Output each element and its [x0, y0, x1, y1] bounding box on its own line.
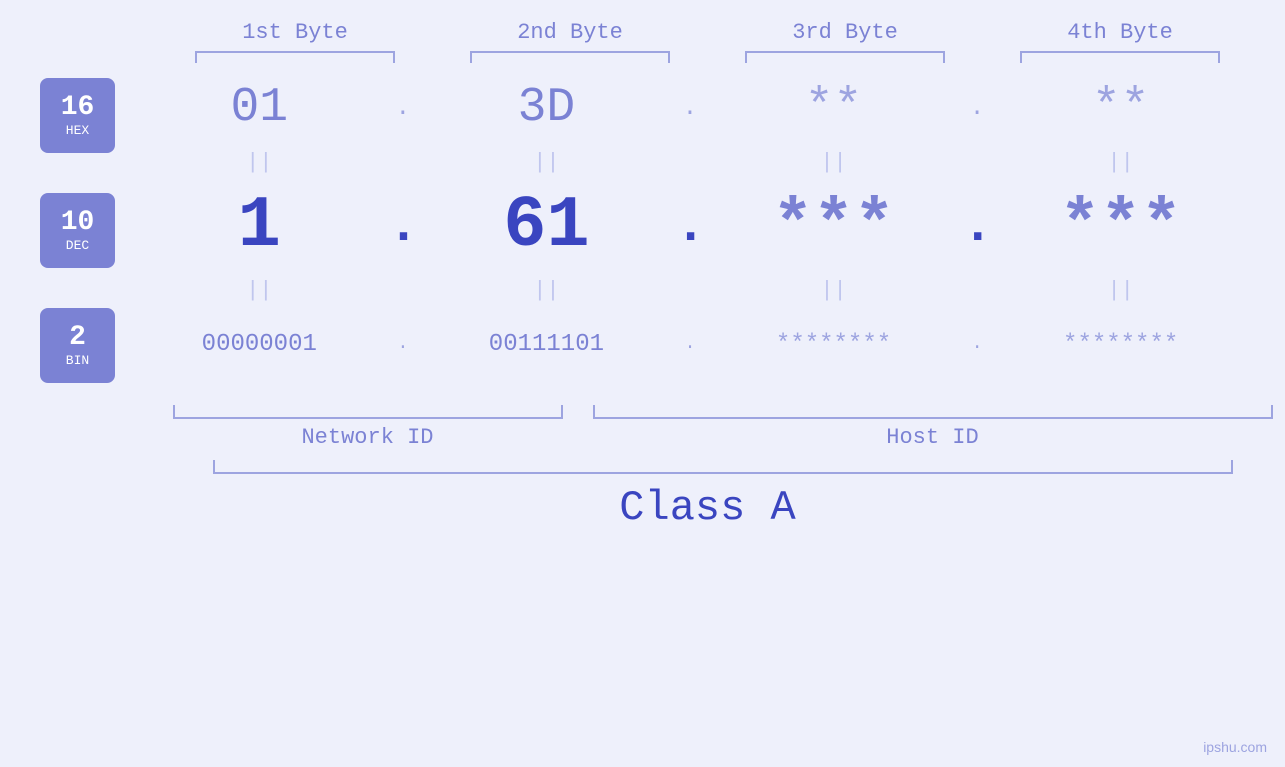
bin-badge-number: 2 — [69, 323, 86, 354]
hex-badge-number: 16 — [61, 93, 95, 124]
hex-cell-3: ** — [724, 81, 944, 135]
eq-1-3: || — [724, 150, 944, 175]
bin-dot-2: . — [675, 334, 705, 354]
bin-cell-3: ******** — [724, 331, 944, 358]
dec-badge: 10 DEC — [40, 193, 115, 268]
equals-sep-2: || || || || — [140, 276, 1240, 304]
hex-dot-1: . — [388, 95, 418, 122]
hex-dot-3: . — [962, 95, 992, 122]
bin-val-4: ******** — [1063, 331, 1178, 358]
dec-val-1: 1 — [238, 185, 281, 267]
eq-2-2: || — [436, 278, 656, 303]
network-id-label: Network ID — [173, 425, 563, 450]
dec-dot-3: . — [962, 197, 992, 256]
hex-val-4: ** — [1092, 81, 1150, 135]
dec-dot-2: . — [675, 197, 705, 256]
dec-cell-1: 1 — [149, 185, 369, 267]
bracket-host — [593, 405, 1273, 419]
eq-2-1: || — [149, 278, 369, 303]
eq-1-4: || — [1011, 150, 1231, 175]
bracket-top-1 — [195, 51, 395, 63]
dec-row: 1 . 61 . *** . *** — [140, 176, 1240, 276]
dec-cell-2: 61 — [436, 185, 656, 267]
hex-dot-2: . — [675, 95, 705, 122]
eq-2-4: || — [1011, 278, 1231, 303]
hex-val-2: 3D — [518, 81, 576, 135]
hex-row: 01 . 3D . ** . ** — [140, 68, 1240, 148]
watermark: ipshu.com — [1203, 739, 1267, 755]
host-id-label: Host ID — [593, 425, 1273, 450]
left-badges: 16 HEX 10 DEC 2 BIN — [0, 68, 140, 403]
bin-cell-2: 00111101 — [436, 331, 656, 358]
top-brackets — [158, 51, 1258, 63]
dec-badge-number: 10 — [61, 208, 95, 239]
main-container: 1st Byte 2nd Byte 3rd Byte 4th Byte 16 H… — [0, 0, 1285, 767]
bin-cell-4: ******** — [1011, 331, 1231, 358]
bin-val-3: ******** — [776, 331, 891, 358]
bin-row: 00000001 . 00111101 . ******** . — [140, 304, 1240, 384]
dec-val-2: 61 — [503, 185, 589, 267]
class-label: Class A — [158, 484, 1258, 532]
bracket-gap — [563, 405, 593, 419]
big-bracket — [213, 460, 1233, 474]
equals-sep-1: || || || || — [140, 148, 1240, 176]
dec-dot-1: . — [388, 197, 418, 256]
byte-headers: 1st Byte 2nd Byte 3rd Byte 4th Byte — [158, 20, 1258, 45]
id-labels: Network ID Host ID — [173, 425, 1273, 450]
byte3-label: 3rd Byte — [735, 20, 955, 45]
dec-badge-label: DEC — [66, 238, 89, 253]
data-section: 16 HEX 10 DEC 2 BIN 01 . — [0, 68, 1285, 403]
bin-val-2: 00111101 — [489, 331, 604, 358]
bin-dot-1: . — [388, 334, 418, 354]
byte4-label: 4th Byte — [1010, 20, 1230, 45]
hex-cell-1: 01 — [149, 81, 369, 135]
right-data: 01 . 3D . ** . ** — [140, 68, 1285, 403]
hex-val-1: 01 — [230, 81, 288, 135]
dec-val-4: *** — [1059, 188, 1181, 265]
dec-cell-4: *** — [1011, 188, 1231, 265]
hex-cell-2: 3D — [436, 81, 656, 135]
bin-badge-label: BIN — [66, 353, 89, 368]
bracket-top-2 — [470, 51, 670, 63]
bottom-brackets — [173, 405, 1273, 419]
dec-cell-3: *** — [724, 188, 944, 265]
dec-val-3: *** — [772, 188, 894, 265]
bracket-top-3 — [745, 51, 945, 63]
hex-badge: 16 HEX — [40, 78, 115, 153]
eq-1-1: || — [149, 150, 369, 175]
byte1-label: 1st Byte — [185, 20, 405, 45]
bin-badge: 2 BIN — [40, 308, 115, 383]
bin-val-1: 00000001 — [202, 331, 317, 358]
hex-badge-label: HEX — [66, 123, 89, 138]
bracket-network — [173, 405, 563, 419]
eq-1-2: || — [436, 150, 656, 175]
byte2-label: 2nd Byte — [460, 20, 680, 45]
bracket-top-4 — [1020, 51, 1220, 63]
bin-dot-3: . — [962, 334, 992, 354]
bin-cell-1: 00000001 — [149, 331, 369, 358]
eq-2-3: || — [724, 278, 944, 303]
hex-cell-4: ** — [1011, 81, 1231, 135]
hex-val-3: ** — [805, 81, 863, 135]
